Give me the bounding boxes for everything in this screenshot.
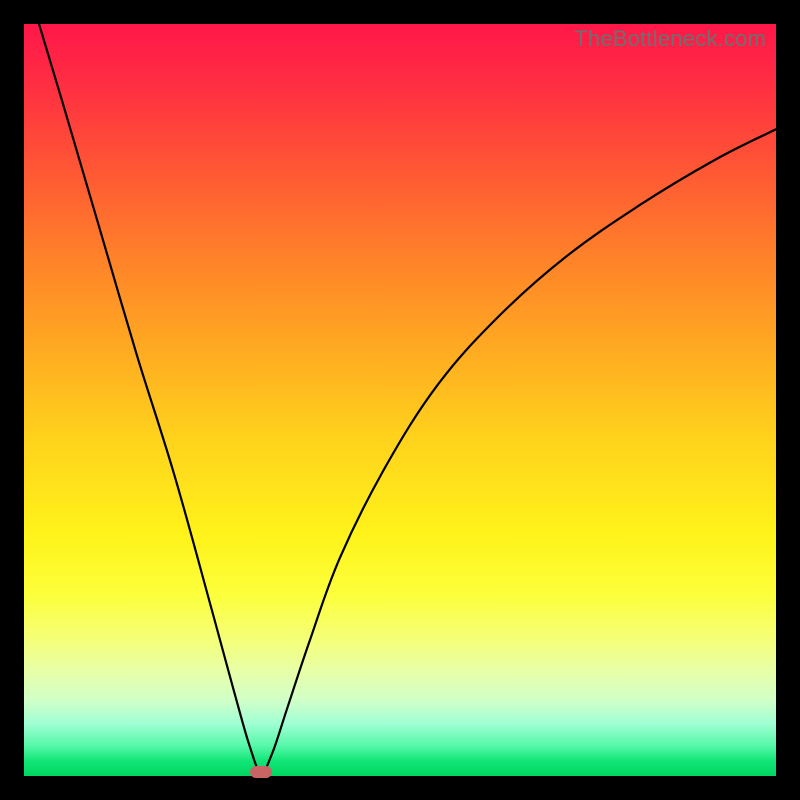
curve-svg bbox=[24, 24, 776, 776]
chart-area: TheBottleneck.com bbox=[24, 24, 776, 776]
minimum-marker bbox=[250, 766, 272, 778]
watermark-text: TheBottleneck.com bbox=[574, 26, 766, 52]
curve-line bbox=[39, 24, 776, 772]
